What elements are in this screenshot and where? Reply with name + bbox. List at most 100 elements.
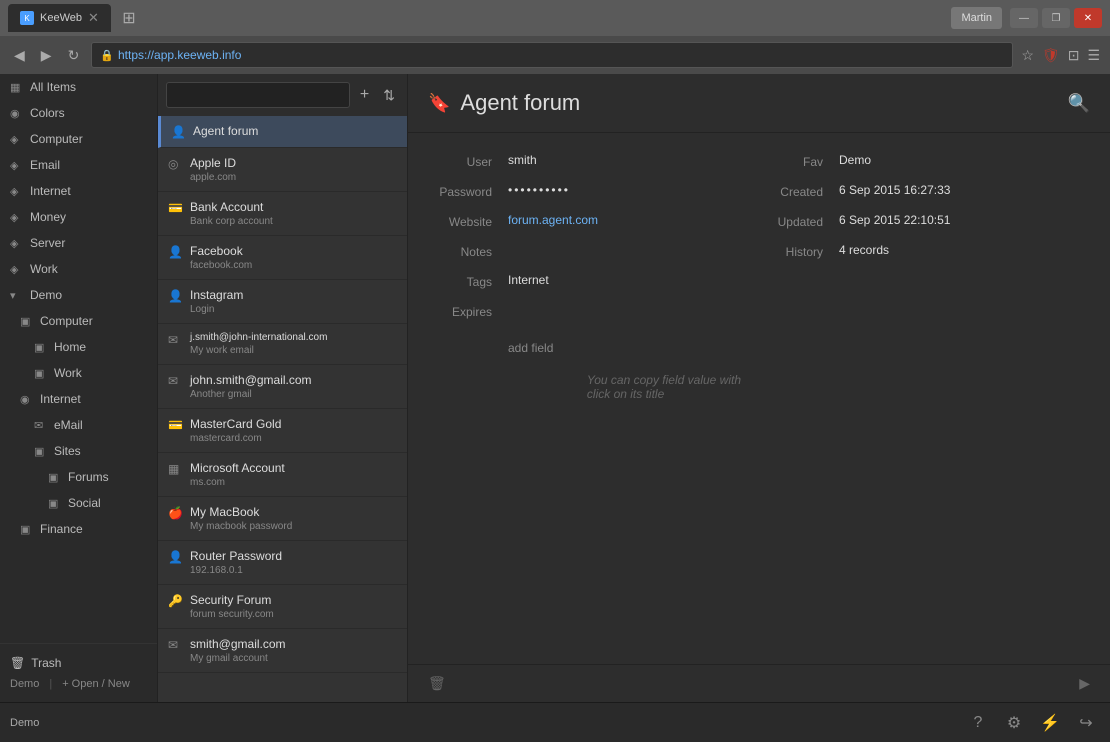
demo-work-icon: ▣	[34, 367, 48, 380]
fav-field-row: Fav Demo	[759, 153, 1090, 169]
entry-item-microsoft[interactable]: ▦ Microsoft Account ms.com	[158, 453, 407, 497]
close-button[interactable]: ✕	[1074, 8, 1102, 28]
open-new-label: + Open / New	[62, 678, 130, 690]
menu-icon[interactable]: ☰	[1087, 47, 1100, 64]
sidebar-item-demo[interactable]: ▾ Demo	[0, 282, 157, 308]
scroll-right-icon[interactable]: ▶	[1079, 675, 1090, 692]
demo-sites-icon: ▣	[34, 445, 48, 458]
entry-item-macbook[interactable]: 🍎 My MacBook My macbook password	[158, 497, 407, 541]
sidebar-label-demo-finance: Finance	[40, 522, 147, 536]
add-field-button[interactable]: add field	[508, 341, 553, 355]
sidebar-item-demo-social[interactable]: ▣ Social	[0, 490, 157, 516]
entry-item-smith-gmail[interactable]: ✉ smith@gmail.com My gmail account	[158, 629, 407, 673]
entry-item-security-forum[interactable]: 🔑 Security Forum forum security.com	[158, 585, 407, 629]
entry-item-router[interactable]: 👤 Router Password 192.168.0.1	[158, 541, 407, 585]
entry-name-macbook: My MacBook	[190, 505, 397, 519]
sidebar-item-work[interactable]: ◈ Work	[0, 256, 157, 282]
sidebar-footer[interactable]: Demo | + Open / New	[10, 674, 147, 694]
entry-icon-agent-forum: 👤	[171, 125, 185, 139]
tags-value[interactable]: Internet	[508, 273, 759, 289]
new-tab-button[interactable]: ⊞	[117, 6, 141, 30]
sidebar-item-demo-home[interactable]: ▣ Home	[0, 334, 157, 360]
restore-button[interactable]: ❐	[1042, 8, 1070, 28]
computer-icon: ◈	[10, 133, 24, 146]
sidebar-label-demo-forums: Forums	[68, 470, 147, 484]
search-input[interactable]	[166, 82, 350, 108]
app-container: ▦ All Items ◉ Colors ◈ Computer ◈ Email …	[0, 74, 1110, 702]
browser-tab[interactable]: K KeeWeb ✕	[8, 4, 111, 32]
entry-item-j-smith[interactable]: ✉ j.smith@john-international.com My work…	[158, 324, 407, 365]
entry-name-microsoft: Microsoft Account	[190, 461, 397, 475]
sidebar-item-money[interactable]: ◈ Money	[0, 204, 157, 230]
website-label[interactable]: Website	[428, 213, 508, 229]
sidebar-item-computer[interactable]: ◈ Computer	[0, 126, 157, 152]
entry-item-john-gmail[interactable]: ✉ john.smith@gmail.com Another gmail	[158, 365, 407, 409]
add-entry-button[interactable]: +	[356, 84, 373, 106]
entry-item-facebook[interactable]: 👤 Facebook facebook.com	[158, 236, 407, 280]
logout-button[interactable]: ↪	[1072, 709, 1100, 737]
sidebar-item-demo-forums[interactable]: ▣ Forums	[0, 464, 157, 490]
tab-icon[interactable]: ⊡	[1068, 47, 1080, 64]
entry-name-bank-account: Bank Account	[190, 200, 397, 214]
entry-sub-j-smith: My work email	[190, 345, 397, 356]
website-value[interactable]: forum.agent.com	[508, 213, 759, 229]
shield-icon[interactable]: 🛡	[1042, 47, 1060, 64]
created-value: 6 Sep 2015 16:27:33	[839, 183, 1090, 199]
entry-item-instagram[interactable]: 👤 Instagram Login	[158, 280, 407, 324]
entry-item-apple-id[interactable]: ◎ Apple ID apple.com	[158, 148, 407, 192]
star-icon[interactable]: ☆	[1021, 47, 1034, 64]
sidebar-item-demo-sites[interactable]: ▣ Sites	[0, 438, 157, 464]
entry-item-mastercard[interactable]: 💳 MasterCard Gold mastercard.com	[158, 409, 407, 453]
entry-item-bank-account[interactable]: 💳 Bank Account Bank corp account	[158, 192, 407, 236]
address-input[interactable]: 🔒 https://app.keeweb.info	[91, 42, 1013, 68]
sidebar-label-internet: Internet	[30, 184, 147, 198]
user-value[interactable]: smith	[508, 153, 759, 169]
sidebar-item-demo-work[interactable]: ▣ Work	[0, 360, 157, 386]
sort-button[interactable]: ⇅	[379, 85, 399, 106]
entry-item-agent-forum[interactable]: 👤 Agent forum	[158, 116, 407, 148]
password-label[interactable]: Password	[428, 183, 508, 199]
expires-label[interactable]: Expires	[428, 303, 508, 319]
tags-label[interactable]: Tags	[428, 273, 508, 289]
forward-button[interactable]: ▶	[37, 45, 56, 66]
help-button[interactable]: ?	[964, 709, 992, 737]
notes-label[interactable]: Notes	[428, 243, 508, 259]
sidebar-item-colors[interactable]: ◉ Colors	[0, 100, 157, 126]
work-icon: ◈	[10, 263, 24, 276]
sidebar-item-demo-internet[interactable]: ◉ Internet	[0, 386, 157, 412]
minimize-button[interactable]: —	[1010, 8, 1038, 28]
sidebar-item-internet[interactable]: ◈ Internet	[0, 178, 157, 204]
sidebar-label-demo-home: Home	[54, 340, 147, 354]
delete-entry-button[interactable]: 🗑	[428, 675, 446, 692]
password-value[interactable]: ••••••••••	[508, 183, 759, 199]
entry-sub-bank-account: Bank corp account	[190, 216, 397, 227]
back-button[interactable]: ◀	[10, 45, 29, 66]
sidebar-bottom: 🗑 Trash Demo | + Open / New	[0, 643, 157, 702]
sidebar-item-demo-finance[interactable]: ▣ Finance	[0, 516, 157, 542]
settings-button[interactable]: ⚙	[1000, 709, 1028, 737]
sidebar-item-demo-computer[interactable]: ▣ Computer	[0, 308, 157, 334]
trash-item[interactable]: 🗑 Trash	[10, 652, 147, 674]
entry-name-router: Router Password	[190, 549, 397, 563]
demo-home-icon: ▣	[34, 341, 48, 354]
sidebar-label-work: Work	[30, 262, 147, 276]
tab-close-button[interactable]: ✕	[88, 10, 99, 26]
user-label[interactable]: User	[428, 153, 508, 169]
sidebar-item-server[interactable]: ◈ Server	[0, 230, 157, 256]
sidebar-item-demo-email[interactable]: ✉ eMail	[0, 412, 157, 438]
lock-button[interactable]: ⚡	[1036, 709, 1064, 737]
sidebar-item-all-items[interactable]: ▦ All Items	[0, 74, 157, 100]
internet-icon: ◈	[10, 185, 24, 198]
user-field-row: User smith	[428, 153, 759, 169]
detail-search-icon[interactable]: 🔍	[1068, 93, 1090, 114]
hint-text: You can copy field value with click on i…	[587, 373, 759, 401]
demo-social-icon: ▣	[48, 497, 62, 510]
demo-finance-icon: ▣	[20, 523, 34, 536]
refresh-button[interactable]: ↻	[64, 45, 84, 66]
entry-sub-security-forum: forum security.com	[190, 609, 397, 620]
sidebar-label-colors: Colors	[30, 106, 147, 120]
entry-sub-instagram: Login	[190, 304, 397, 315]
sidebar-item-email[interactable]: ◈ Email	[0, 152, 157, 178]
colors-icon: ◉	[10, 107, 24, 120]
detail-footer: 🗑 ▶	[408, 664, 1110, 702]
